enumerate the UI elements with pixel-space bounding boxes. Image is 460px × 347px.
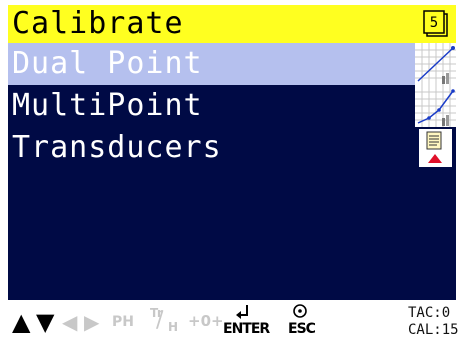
- down-arrow-icon[interactable]: ▼: [36, 308, 54, 336]
- zero-label: +0+: [188, 312, 224, 330]
- enter-arrow-icon: [236, 305, 248, 319]
- fraction-slash-icon: /: [156, 308, 164, 333]
- menu-item-label: Dual Point: [12, 46, 203, 81]
- esc-button[interactable]: ESC: [288, 321, 316, 337]
- menu-item-label: MultiPoint: [12, 88, 203, 123]
- page-title: Calibrate: [12, 6, 184, 41]
- transducer-document-icon: [419, 129, 452, 167]
- ph-label: PH: [112, 314, 134, 330]
- device-screen: Calibrate 5 Dual Point MultiPoint Transd…: [0, 0, 460, 347]
- menu-item-multipoint[interactable]: MultiPoint: [8, 85, 456, 127]
- dual-point-graph-icon: [415, 43, 456, 85]
- right-arrow-icon: ▶: [84, 310, 100, 334]
- menu-item-label: Transducers: [12, 130, 222, 165]
- cal-readout: CAL:15: [408, 322, 459, 338]
- enter-button[interactable]: ENTER: [223, 321, 270, 337]
- menu-item-transducers[interactable]: Transducers: [8, 127, 456, 169]
- page-number-badge-icon: 5: [423, 10, 448, 37]
- page-number: 5: [430, 15, 438, 31]
- status-bar: ▲ ▼ ◀ ▶ PH Tr / H +0+ ENTER ESC TAC:0 CA…: [8, 300, 459, 347]
- multipoint-graph-icon: [415, 85, 456, 127]
- left-arrow-icon: ◀: [62, 310, 78, 334]
- esc-circle-icon: [293, 304, 307, 318]
- h-label: H: [168, 320, 179, 334]
- title-bar: Calibrate 5: [8, 5, 456, 43]
- lcd-display: Calibrate 5 Dual Point MultiPoint Transd…: [8, 5, 456, 300]
- up-arrow-icon[interactable]: ▲: [12, 308, 30, 336]
- menu-item-dual-point[interactable]: Dual Point: [8, 43, 456, 85]
- tac-readout: TAC:0: [408, 305, 451, 321]
